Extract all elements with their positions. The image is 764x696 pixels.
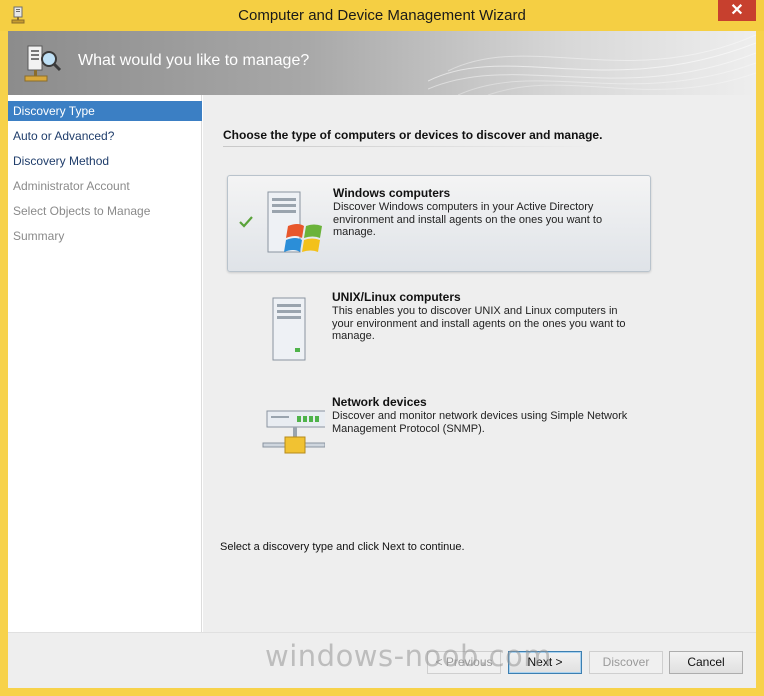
option-network-devices[interactable]: Network devices Discover and monitor net… xyxy=(227,385,651,482)
computer-search-icon xyxy=(24,45,62,82)
watermark-text: windows-noob.com xyxy=(265,639,553,673)
option-title: Network devices xyxy=(332,395,427,409)
cancel-button[interactable]: Cancel xyxy=(669,651,743,674)
nav-step-auto-or-advanced[interactable]: Auto or Advanced? xyxy=(8,126,202,146)
main-panel: Choose the type of computers or devices … xyxy=(203,95,756,632)
header-decoration xyxy=(428,34,756,95)
wizard-window: Computer and Device Management Wizard ✕ … xyxy=(0,0,764,696)
instruction-text: Select a discovery type and click Next t… xyxy=(220,541,465,553)
option-description: Discover and monitor network devices usi… xyxy=(332,410,628,435)
wizard-client-area: What would you like to manage? Discovery… xyxy=(8,31,756,688)
section-heading: Choose the type of computers or devices … xyxy=(223,128,603,142)
discover-button[interactable]: Discover xyxy=(589,651,663,674)
option-windows-computers[interactable]: Windows computers Discover Windows compu… xyxy=(227,175,651,272)
option-unix-linux-computers[interactable]: UNIX/Linux computers This enables you to… xyxy=(227,280,651,377)
page-title: What would you like to manage? xyxy=(78,52,310,69)
nav-step-discovery-type[interactable]: Discovery Type xyxy=(8,101,202,121)
window-title: Computer and Device Management Wizard xyxy=(238,7,526,24)
unix-server-icon xyxy=(272,297,306,361)
checkmark-icon xyxy=(239,216,253,228)
option-description: Discover Windows computers in your Activ… xyxy=(333,201,603,238)
nav-step-discovery-method[interactable]: Discovery Method xyxy=(8,151,202,171)
network-device-icon xyxy=(262,410,325,454)
option-title: Windows computers xyxy=(333,186,451,200)
nav-step-select-objects: Select Objects to Manage xyxy=(13,204,151,218)
option-title: UNIX/Linux computers xyxy=(332,290,461,304)
heading-divider xyxy=(223,146,598,147)
wizard-steps-nav: Discovery Type Auto or Advanced? Discove… xyxy=(8,95,202,632)
close-button[interactable]: ✕ xyxy=(718,0,756,21)
wizard-header: What would you like to manage? xyxy=(8,31,756,95)
title-bar[interactable]: Computer and Device Management Wizard ✕ xyxy=(0,0,764,31)
nav-step-administrator-account: Administrator Account xyxy=(13,179,130,193)
windows-server-icon xyxy=(267,191,322,253)
nav-step-summary: Summary xyxy=(13,229,65,243)
option-description: This enables you to discover UNIX and Li… xyxy=(332,305,626,342)
